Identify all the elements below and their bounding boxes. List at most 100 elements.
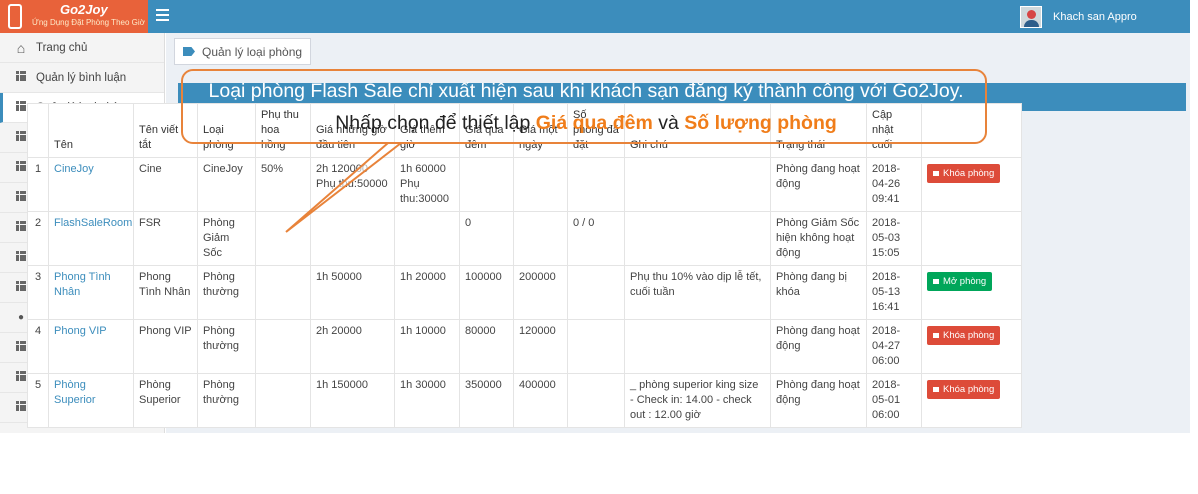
cell-first-hours: 2h 20000 xyxy=(310,319,395,374)
cell-day: 200000 xyxy=(513,265,568,320)
logo-tagline: Ứng Dụng Đặt Phòng Theo Giờ xyxy=(32,18,145,27)
cell-booked xyxy=(567,373,625,428)
table-row: 5 Phòng Superior Phòng Superior Phòng thườn… xyxy=(27,373,1022,428)
cell-status: Phòng đang bị khóa xyxy=(770,265,867,320)
user-name: Khach san Appro xyxy=(1053,11,1137,23)
cell-day xyxy=(513,157,568,212)
callout-text: và xyxy=(652,112,685,134)
cell-status: Phòng Giảm Sốc hiện không hoạt động xyxy=(770,211,867,266)
cell-short: Phong Tình Nhân xyxy=(133,265,198,320)
callout-highlight-overnight: Giá qua đêm xyxy=(535,112,653,134)
lock-icon xyxy=(933,171,939,176)
lock-room-button[interactable]: Khóa phòng xyxy=(927,380,1001,399)
sidebar-item[interactable]: ⌂ Trang chủ xyxy=(0,33,164,63)
cell-overnight: 100000 xyxy=(459,265,514,320)
cell-overnight xyxy=(459,157,514,212)
cell-booked xyxy=(567,265,625,320)
grid-icon xyxy=(14,401,28,414)
cell-action: Khóa phòng xyxy=(921,157,1022,212)
cell-booked: 0 / 0 xyxy=(567,211,625,266)
cell-type: CineJoy xyxy=(197,157,256,212)
cell-commission xyxy=(255,373,311,428)
cell-status: Phòng đang hoạt động xyxy=(770,373,867,428)
cell-status: Phòng đang hoạt động xyxy=(770,319,867,374)
grid-icon xyxy=(14,71,28,84)
cell-note: Phụ thu 10% vào dịp lễ tết, cuối tuần xyxy=(624,265,771,320)
cell-day: 120000 xyxy=(513,319,568,374)
room-name-link[interactable]: Phòng Superior xyxy=(54,379,96,406)
tag-icon xyxy=(183,47,195,56)
cell-type: Phòng thường xyxy=(197,265,256,320)
lock-icon xyxy=(933,333,939,338)
cell-note xyxy=(624,319,771,374)
phone-icon xyxy=(8,4,22,29)
cell-overnight: 80000 xyxy=(459,319,514,374)
grid-icon xyxy=(14,281,28,294)
sidebar-item-label: Quản lý bình luận xyxy=(36,71,127,84)
room-name-link[interactable]: Phong VIP xyxy=(54,325,107,337)
grid-icon xyxy=(14,131,28,144)
user-menu[interactable]: Khach san Appro xyxy=(1020,5,1137,29)
cell-name: Phong Tình Nhân xyxy=(48,265,134,320)
breadcrumb: Quản lý loại phòng xyxy=(174,38,312,65)
cell-action: Mở phòng xyxy=(921,265,1022,320)
lock-icon xyxy=(933,387,939,392)
cell-no: 4 xyxy=(27,319,49,374)
button-label: Khóa phòng xyxy=(943,384,995,395)
cell-note xyxy=(624,157,771,212)
cell-name: Phòng Superior xyxy=(48,373,134,428)
room-name-link[interactable]: CineJoy xyxy=(54,163,94,175)
sidebar-item-label: Trang chủ xyxy=(36,41,88,54)
logo-name: Go2Joy xyxy=(60,2,108,17)
cell-name: Phong VIP xyxy=(48,319,134,374)
cell-extra-hour: 1h 60000 Phụ thu:30000 xyxy=(394,157,460,212)
user-icon: ● xyxy=(17,312,25,323)
cell-overnight: 350000 xyxy=(459,373,514,428)
callout-line-2: Nhấp chọn để thiết lập Giá qua đêm và Số… xyxy=(176,112,996,135)
button-label: Khóa phòng xyxy=(943,330,995,341)
lock-room-button[interactable]: Khóa phòng xyxy=(927,164,1001,183)
cell-action xyxy=(921,211,1022,266)
cell-type: Phòng thường xyxy=(197,373,256,428)
lock-room-button[interactable]: Khóa phòng xyxy=(927,326,1001,345)
callout-line-1: Loại phòng Flash Sale chỉ xuất hiện sau … xyxy=(208,80,964,102)
room-type-table: Tên Tên viết tắt Loại phòng Phụ thu hoa hồn… xyxy=(27,103,1022,428)
cell-name: CineJoy xyxy=(48,157,134,212)
cell-no: 1 xyxy=(27,157,49,212)
grid-icon xyxy=(14,191,28,204)
grid-icon xyxy=(14,161,28,174)
menu-toggle-icon[interactable] xyxy=(156,9,169,21)
column-header xyxy=(27,103,49,158)
cell-booked xyxy=(567,319,625,374)
room-name-link[interactable]: Phong Tình Nhân xyxy=(54,271,111,298)
cell-commission xyxy=(255,319,311,374)
cell-extra-hour: 1h 30000 xyxy=(394,373,460,428)
cell-extra-hour xyxy=(394,211,460,266)
table-row: 1 CineJoy Cine CineJoy 50% 2h 120000 Phụ thu:5… xyxy=(27,157,1022,212)
cell-updated: 2018-05-01 06:00 xyxy=(866,373,922,428)
grid-icon xyxy=(14,371,28,384)
cell-short: FSR xyxy=(133,211,198,266)
cell-day xyxy=(513,211,568,266)
unlock-room-button[interactable]: Mở phòng xyxy=(927,272,993,291)
sidebar-item[interactable]: Quản lý bình luận xyxy=(0,63,164,93)
cell-commission: 50% xyxy=(255,157,311,212)
cell-short: Phong VIP xyxy=(133,319,198,374)
cell-updated: 2018-04-27 06:00 xyxy=(866,319,922,374)
grid-icon xyxy=(14,341,28,354)
cell-commission xyxy=(255,265,311,320)
cell-first-hours: 1h 150000 xyxy=(310,373,395,428)
callout-highlight-room-count: Số lượng phòng xyxy=(684,112,837,134)
cell-note: _ phòng superior king size - Check in: 1… xyxy=(624,373,771,428)
cell-extra-hour: 1h 10000 xyxy=(394,319,460,374)
cell-day: 400000 xyxy=(513,373,568,428)
app-logo[interactable]: Go2Joy Ứng Dụng Đặt Phòng Theo Giờ xyxy=(0,0,148,33)
home-icon: ⌂ xyxy=(16,39,26,56)
cell-short: Phòng Superior xyxy=(133,373,198,428)
grid-icon xyxy=(14,101,28,114)
room-name-link[interactable]: FlashSaleRoom xyxy=(54,217,132,229)
button-label: Mở phòng xyxy=(943,276,987,287)
cell-commission xyxy=(255,211,311,266)
callout-text: Nhấp chọn để thiết lập xyxy=(335,112,536,134)
column-header: Tên xyxy=(48,103,134,158)
